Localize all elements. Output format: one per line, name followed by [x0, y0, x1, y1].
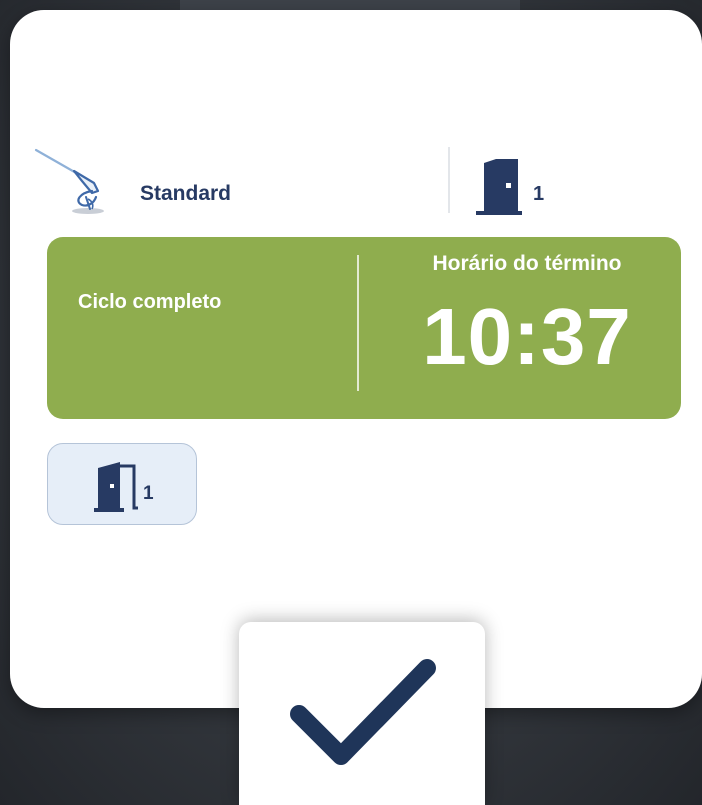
door-number: 1 [143, 483, 154, 504]
program-name: Standard [140, 182, 232, 205]
header-divider [448, 147, 450, 213]
status-panel: Ciclo completo Horário do término 10:37 [47, 237, 681, 419]
dental-handpiece-icon [34, 148, 104, 214]
end-time-label: Horário do término [432, 252, 622, 275]
open-door-icon [94, 462, 138, 512]
open-door-button[interactable]: 1 [47, 443, 197, 525]
door-icon [476, 159, 522, 215]
cycle-status-text: Ciclo completo [78, 291, 222, 313]
checkmark-icon [290, 659, 436, 765]
cycle-status-card: Standard 1 Ciclo completo Horário do tér… [10, 10, 702, 708]
end-time-value: 10:37 [422, 292, 632, 381]
panel-divider [357, 255, 359, 391]
chamber-number: 1 [533, 183, 545, 205]
confirm-button[interactable] [239, 622, 485, 805]
